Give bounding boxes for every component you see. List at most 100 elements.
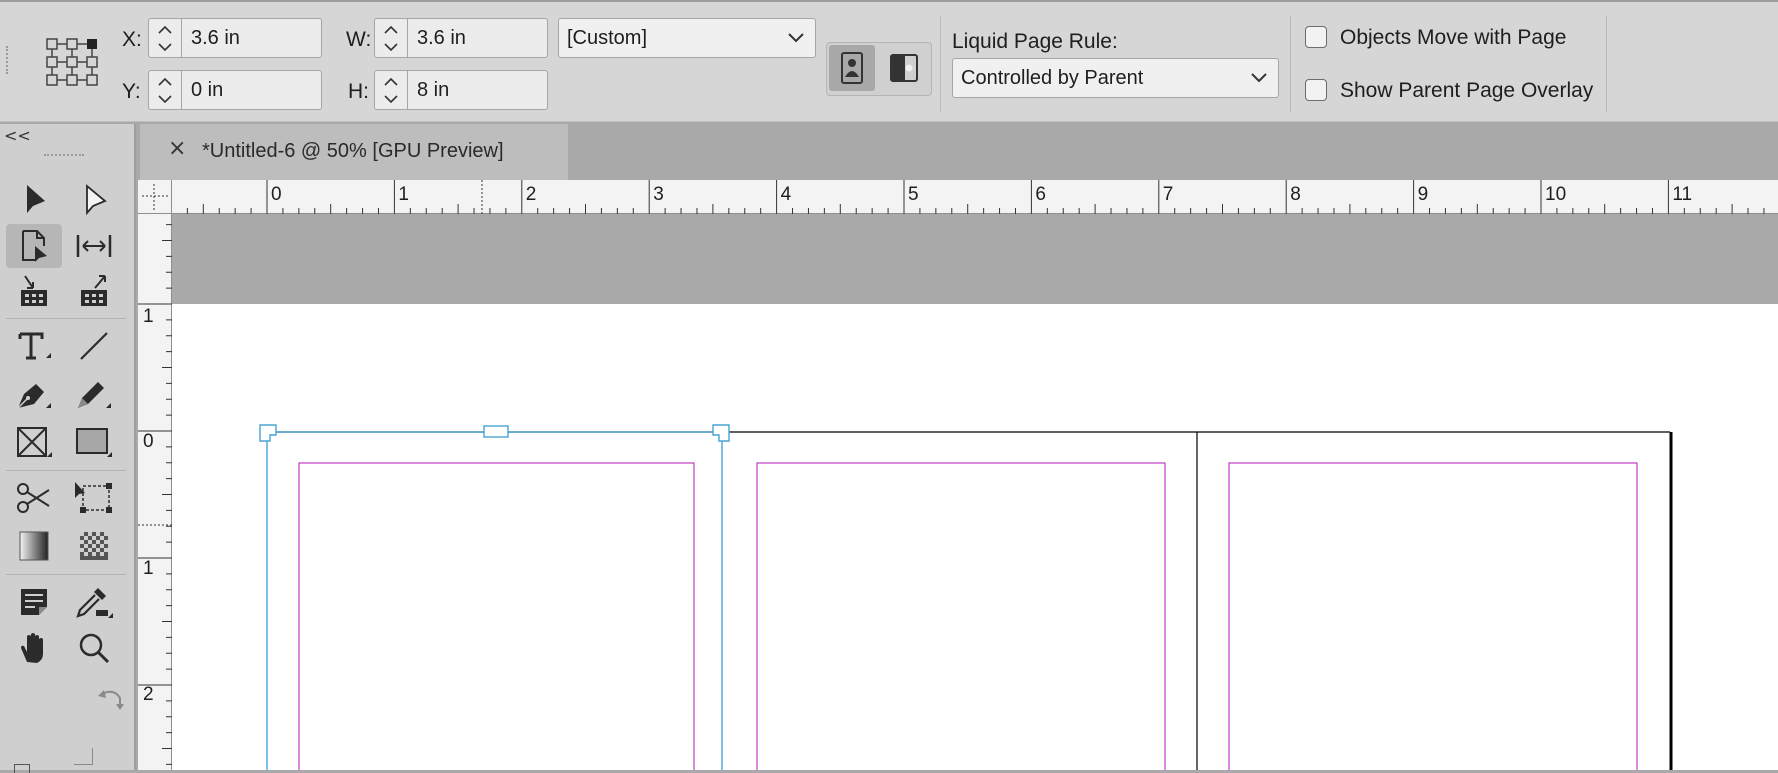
ruler-label: 11 [1672, 184, 1692, 205]
frame-handle-top-left [259, 424, 277, 442]
w-value[interactable]: 3.6 in [417, 19, 466, 57]
pencil-icon [78, 382, 111, 408]
separator [1606, 16, 1607, 112]
ruler-label: 6 [1035, 184, 1046, 205]
h-field[interactable]: 8 in [374, 70, 548, 110]
liquid-page-rule-dropdown[interactable]: Controlled by Parent [952, 58, 1279, 98]
w-field[interactable]: 3.6 in [374, 18, 548, 58]
rectangle-icon [76, 428, 112, 457]
show-overlay-label[interactable]: Show Parent Page Overlay [1340, 79, 1593, 103]
ruler-label: 1 [143, 558, 154, 579]
y-field[interactable]: 0 in [148, 70, 322, 110]
margin-guide-page-1 [298, 462, 695, 770]
x-field[interactable]: 3.6 in [148, 18, 322, 58]
margin-guide-page-3 [1228, 462, 1638, 770]
ruler-label: 5 [908, 184, 919, 205]
landscape-button[interactable] [881, 45, 927, 91]
chevron-down-icon [1251, 73, 1267, 83]
line-icon [80, 332, 108, 360]
x-value[interactable]: 3.6 in [191, 19, 240, 57]
page-size-dropdown[interactable]: [Custom] [558, 18, 816, 58]
hand-icon [21, 633, 43, 663]
gradient-swatch-tool[interactable] [6, 524, 62, 568]
h-value[interactable]: 8 in [417, 71, 449, 109]
separator [1290, 16, 1291, 112]
tools-divider [6, 574, 126, 575]
h-stepper[interactable] [375, 71, 408, 109]
page-tool[interactable] [6, 224, 62, 268]
ruler-origin-icon [142, 184, 168, 210]
content-placer-tool[interactable] [66, 270, 122, 314]
rectangle-tool[interactable] [66, 420, 122, 464]
portrait-button[interactable] [829, 45, 875, 91]
panel-grip[interactable] [6, 46, 12, 74]
close-tab-button[interactable]: × [168, 136, 186, 161]
eyedropper-tool[interactable] [66, 580, 122, 624]
gradient-feather-icon [80, 532, 108, 560]
type-icon [18, 332, 51, 360]
w-stepper[interactable] [375, 19, 408, 57]
direct-selection-tool[interactable] [66, 178, 122, 222]
gradient-feather-tool[interactable] [66, 524, 122, 568]
page-spread-area[interactable] [172, 304, 1778, 770]
ruler-label: 7 [1163, 184, 1174, 205]
tools-panel: << [0, 124, 136, 773]
hand-tool[interactable] [6, 626, 62, 670]
gap-tool[interactable] [66, 224, 122, 268]
free-transform-tool[interactable] [66, 476, 122, 520]
type-tool[interactable] [6, 324, 62, 368]
page-tool-icon [22, 230, 47, 262]
pen-tool[interactable] [6, 372, 62, 416]
collapse-panel-button[interactable]: << [4, 126, 31, 145]
content-collector-tool[interactable] [6, 270, 62, 314]
ruler-label: 2 [526, 184, 537, 205]
pasteboard[interactable] [172, 214, 1778, 304]
panel-grip[interactable] [44, 154, 84, 162]
ruler-label: 3 [653, 184, 664, 205]
document-tab-bar: × *Untitled-6 @ 50% [GPU Preview] [138, 124, 1778, 180]
ruler-origin[interactable] [138, 180, 172, 214]
control-bar: X: 3.6 in Y: 0 in W: 3.6 in H: 8 in [Cus… [0, 0, 1778, 122]
margin-guide-page-2 [756, 462, 1166, 770]
document-tab[interactable]: × *Untitled-6 @ 50% [GPU Preview] [140, 124, 568, 180]
gap-icon [76, 235, 112, 257]
swap-icon [98, 690, 124, 710]
separator [940, 16, 941, 112]
eyedropper-icon [76, 588, 113, 618]
arrow-icon [27, 185, 45, 213]
y-value[interactable]: 0 in [191, 71, 223, 109]
objects-move-label[interactable]: Objects Move with Page [1340, 26, 1566, 50]
note-tool[interactable] [6, 580, 62, 624]
zoom-tool[interactable] [66, 626, 122, 670]
x-stepper[interactable] [149, 19, 182, 57]
swap-fill-stroke-button[interactable] [96, 684, 126, 714]
landscape-icon [890, 54, 918, 82]
objects-move-checkbox[interactable] [1305, 26, 1327, 48]
vertical-ruler[interactable]: 1 0 1 2 [138, 214, 172, 770]
horizontal-ruler[interactable]: 0 1 2 3 4 5 6 7 8 9 10 11 [138, 180, 1778, 214]
pencil-tool[interactable] [66, 372, 122, 416]
scissors-icon [17, 483, 50, 513]
scissors-tool[interactable] [6, 476, 62, 520]
default-fill-stroke-icon[interactable] [74, 748, 93, 765]
y-stepper[interactable] [149, 71, 182, 109]
ruler-label: 8 [1290, 184, 1301, 205]
orientation-group [826, 42, 932, 96]
content-placer-icon [81, 275, 107, 306]
y-label: Y: [122, 80, 141, 103]
document-tab-title: *Untitled-6 @ 50% [GPU Preview] [202, 140, 504, 162]
reference-point-icon[interactable] [44, 36, 100, 88]
hollow-arrow-icon [86, 184, 107, 216]
ruler-label: 0 [143, 431, 154, 452]
fill-swatch-icon[interactable] [14, 764, 30, 773]
rectangle-frame-tool[interactable] [6, 420, 62, 464]
free-transform-icon [75, 482, 112, 513]
zoom-icon [79, 633, 110, 664]
note-icon [21, 589, 47, 615]
tools-divider [6, 470, 126, 471]
line-tool[interactable] [66, 324, 122, 368]
ruler-label: 10 [1545, 184, 1566, 205]
liquid-page-rule-value: Controlled by Parent [961, 67, 1144, 89]
show-overlay-checkbox[interactable] [1305, 79, 1327, 101]
selection-tool[interactable] [6, 178, 62, 222]
